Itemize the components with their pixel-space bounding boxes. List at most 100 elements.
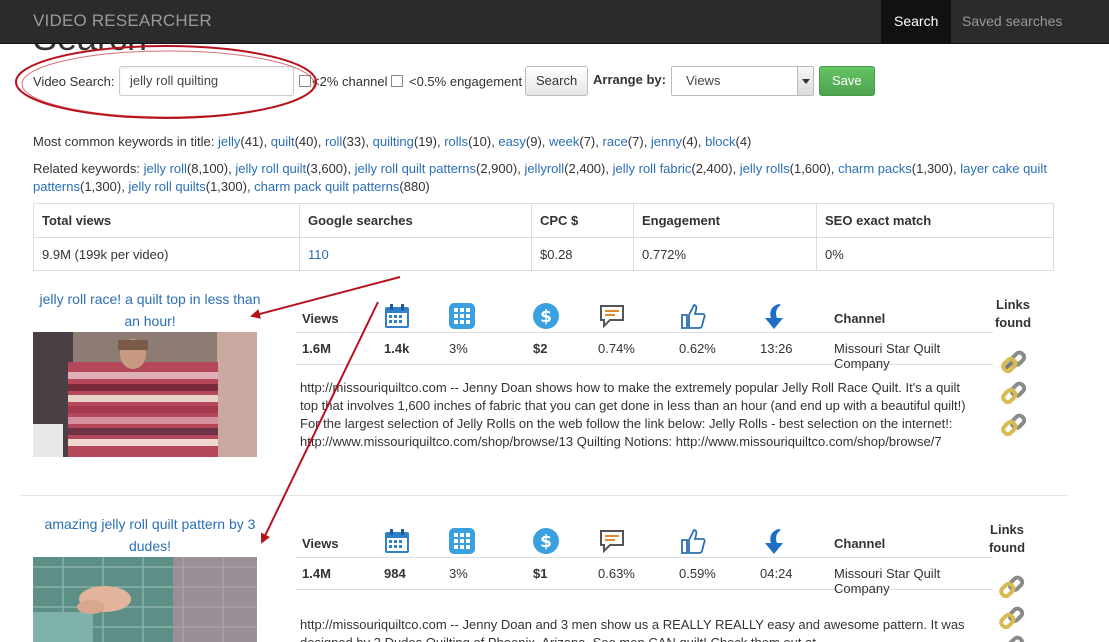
keyword-count: (1,600) [789,161,831,176]
nav-search[interactable]: Search [881,0,952,44]
dollar-icon: $ [532,527,562,557]
stats-value: 0% [816,237,1054,271]
stats-google-searches-link[interactable]: 110 [299,237,532,271]
stats-value: $0.28 [531,237,634,271]
keyword-link[interactable]: layer cake quilt [960,161,1047,176]
views-header: Views [302,311,339,326]
comment-icon [598,527,628,557]
stats-value-row: 9.9M (199k per video) 110 $0.28 0.772% 0… [33,237,1054,271]
keyword-link[interactable]: jelly rolls [740,161,790,176]
grid-icon [448,302,478,332]
keyword-link[interactable]: quilting [373,134,414,149]
keyword-count: (1,300) [911,161,953,176]
stats-header: SEO exact match [816,203,1054,238]
keyword-link[interactable]: jelly roll quilt patterns [355,161,476,176]
keyword-link[interactable]: quilt [271,134,295,149]
chain-link-icon[interactable] [998,604,1028,632]
keyword-count: (19) [413,134,437,149]
chain-link-icon[interactable] [1000,348,1030,376]
stats-header: Total views [33,203,300,238]
keyword-link[interactable]: patterns [33,179,80,194]
stats-value: 0.772% [633,237,817,271]
keyword-count: (4) [735,134,752,149]
grid-icon [448,527,478,557]
channel-header: Channel [834,311,886,326]
common-title-keywords: Most common keywords in title: jelly(41)… [33,134,752,149]
app-brand[interactable]: VIDEO RESEARCHER [33,11,212,31]
summary-stats-table: Total views Google searches CPC $ Engage… [33,203,1054,271]
video-thumbnail[interactable] [33,332,257,457]
metrics-value-row: 1.6M 1.4k 3% $2 0.74% 0.62% 13:26 Missou… [296,332,993,371]
search-form: Video Search: jelly roll quilting <2% ch… [33,66,1073,96]
thumbs-up-icon [679,302,709,332]
video-views: 1.6M [302,341,331,356]
keyword-link[interactable]: jelly roll [144,161,187,176]
video-duration-link[interactable]: 13:26 [760,341,793,356]
keyword-count: (2,400) [691,161,733,176]
arrange-by-value: Views [686,73,721,88]
arrange-by-select[interactable]: Views [671,66,814,96]
video-thumbnail[interactable] [33,557,257,642]
keyword-link[interactable]: jelly [218,134,240,149]
keyword-count: (7) [627,134,644,149]
keyword-link[interactable]: easy [498,134,525,149]
keyword-count: (2,400) [564,161,606,176]
keyword-link[interactable]: roll [325,134,342,149]
save-button[interactable]: Save [819,66,875,96]
duration-arrow-icon [759,302,789,332]
result-divider [20,495,1068,496]
chevron-down-icon[interactable] [797,67,813,95]
keyword-count: (3,600) [306,161,348,176]
video-search-label: Video Search: [33,74,115,89]
thumbs-up-icon [679,527,709,557]
channel-link[interactable]: Missouri Star Quilt Company [834,341,993,371]
video-title-link[interactable]: jelly roll race! a quilt top in less tha… [30,288,270,332]
video-title-link[interactable]: amazing jelly roll quilt pattern by 3 du… [30,513,270,557]
chain-link-icon[interactable] [1000,411,1030,439]
keyword-link[interactable]: rolls [444,134,468,149]
duration-arrow-icon [759,527,789,557]
chain-link-icon[interactable] [1000,379,1030,407]
keyword-link[interactable]: jelly roll quilts [128,179,205,194]
top-navbar: VIDEO RESEARCHER Search Saved searches [0,0,1109,44]
video-description: http://missouriquiltco.com -- Jenny Doan… [300,380,966,449]
arrange-by-label: Arrange by: [593,72,666,87]
video-views: 1.4M [302,566,331,581]
video-search-input[interactable]: jelly roll quilting [119,66,294,96]
keyword-link[interactable]: week [549,134,579,149]
channel-link[interactable]: Missouri Star Quilt Company [834,566,993,596]
keyword-count: (7) [579,134,596,149]
nav-saved-searches[interactable]: Saved searches [949,0,1075,44]
related-keywords: Related keywords: jelly roll(8,100), jel… [33,161,1047,194]
chain-link-icon[interactable] [998,573,1028,601]
low-engagement-checkbox[interactable] [391,75,403,87]
low-channel-checkbox[interactable] [299,75,311,87]
low-channel-label: <2% channel [312,74,388,89]
keyword-count: (41) [240,134,264,149]
stats-header: Engagement [633,203,817,238]
keyword-link[interactable]: block [705,134,735,149]
keyword-link[interactable]: jelly roll quilt [235,161,306,176]
keyword-count: (2,900) [476,161,518,176]
keyword-count: (1,300) [79,179,122,194]
metrics-value-row: 1.4M 984 3% $1 0.63% 0.59% 04:24 Missour… [296,557,993,596]
video-per-day: 984 [384,566,406,581]
low-engagement-label: <0.5% engagement [409,74,523,89]
keyword-link[interactable]: jenny [651,134,682,149]
video-duration-link[interactable]: 04:24 [760,566,793,581]
chain-link-icon[interactable] [998,633,1028,642]
keyword-link[interactable]: jelly roll fabric [613,161,692,176]
keyword-count: (33) [342,134,366,149]
video-likes-pct: 0.62% [679,341,716,356]
keyword-link[interactable]: race [603,134,628,149]
keyword-count: (880) [399,179,430,194]
video-engagement: 3% [449,566,468,581]
comment-icon [598,302,628,332]
keyword-link[interactable]: charm packs [838,161,912,176]
svg-text:$: $ [540,532,552,552]
keyword-link[interactable]: jellyroll [524,161,564,176]
keyword-count: (4) [682,134,698,149]
keyword-link[interactable]: charm pack quilt patterns [254,179,399,194]
search-button[interactable]: Search [525,66,589,96]
video-comments-pct: 0.63% [598,566,635,581]
